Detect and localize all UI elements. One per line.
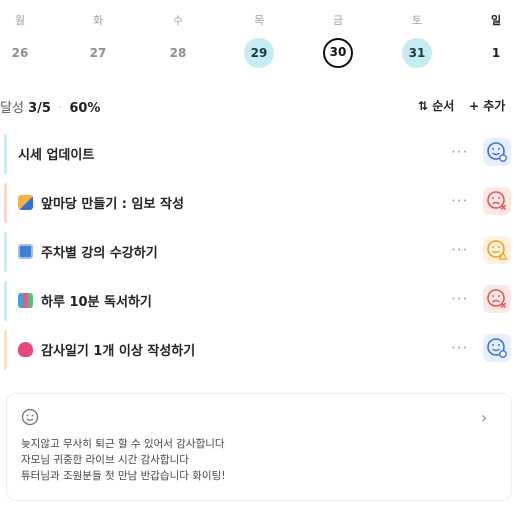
memo-line: 튜터님과 조원분들 첫 만남 반갑습니다 화이팅! <box>21 470 226 482</box>
achievement-summary: 달성 3/5 · 60% ⇅ 순서 + 추가 <box>0 97 520 117</box>
achievement-percent: 60% <box>69 101 101 116</box>
task-label: 앞마당 만들기 : 임보 작성 <box>18 193 184 212</box>
more-options-icon[interactable]: ··· <box>451 241 468 259</box>
dow-label: 월 <box>14 14 26 27</box>
more-options-icon[interactable]: ··· <box>451 192 468 210</box>
more-options-icon[interactable]: ··· <box>451 290 468 308</box>
date-number[interactable]: 26 <box>5 38 35 68</box>
date-number[interactable]: 1 <box>481 38 511 68</box>
reorder-button[interactable]: ⇅ 순서 <box>418 97 454 114</box>
dow-label: 일 <box>490 14 502 27</box>
task-text: 앞마당 만들기 : 임보 작성 <box>41 197 184 212</box>
task-label: 주차별 강의 수강하기 <box>18 242 158 261</box>
status-fail-icon[interactable] <box>483 187 511 215</box>
books-emoji-icon <box>18 293 33 308</box>
dow-label: 금 <box>332 14 344 27</box>
status-warning-icon[interactable] <box>483 236 511 264</box>
date-number[interactable]: 27 <box>83 38 113 68</box>
date-number[interactable]: 31 <box>402 38 432 68</box>
task-color-bar <box>4 281 7 321</box>
task-text: 시세 업데이트 <box>18 148 95 163</box>
chevron-right-icon[interactable]: › <box>481 408 487 427</box>
status-fail-icon[interactable] <box>483 285 511 313</box>
status-done-icon[interactable] <box>483 334 511 362</box>
dow-label: 화 <box>92 14 104 27</box>
dow-label: 목 <box>253 14 265 27</box>
smile-face-icon <box>21 408 39 430</box>
task-label: 감사일기 1개 이상 작성하기 <box>18 340 195 359</box>
task-item[interactable]: 주차별 강의 수강하기 ··· <box>0 232 520 272</box>
task-color-bar <box>4 134 7 174</box>
task-color-bar <box>4 330 7 370</box>
task-item[interactable]: 앞마당 만들기 : 임보 작성 ··· <box>0 183 520 223</box>
task-item[interactable]: 감사일기 1개 이상 작성하기 ··· <box>0 330 520 370</box>
dow-label: 토 <box>411 14 423 27</box>
task-item[interactable]: 하루 10분 독서하기 ··· <box>0 281 520 321</box>
memo-line: 자모님 귀중한 라이브 시간 감사합니다 <box>21 454 189 466</box>
status-done-icon[interactable] <box>483 138 511 166</box>
task-item[interactable]: 시세 업데이트 ··· <box>0 134 520 174</box>
achievement-label: 달성 <box>0 101 24 116</box>
task-text: 하루 10분 독서하기 <box>41 295 152 310</box>
more-options-icon[interactable]: ··· <box>451 143 468 161</box>
add-task-button[interactable]: + 추가 <box>469 97 505 114</box>
date-number[interactable]: 29 <box>244 38 274 68</box>
achievement-count: 3/5 <box>28 101 51 116</box>
laptop-emoji-icon <box>18 244 33 259</box>
task-color-bar <box>4 232 7 272</box>
writing-hand-emoji-icon <box>18 195 33 210</box>
week-calendar: 월 26 화 27 수 28 목 29 금 30 토 31 일 1 <box>0 0 520 70</box>
date-number[interactable]: 28 <box>163 38 193 68</box>
gratitude-memo-card[interactable]: › 늦지않고 무사히 퇴근 할 수 있어서 감사합니다 자모님 귀중한 라이브 … <box>6 393 512 501</box>
task-label: 하루 10분 독서하기 <box>18 291 152 310</box>
task-label: 시세 업데이트 <box>18 144 94 163</box>
achievement-text: 달성 3/5 · 60% <box>0 97 100 116</box>
separator: · <box>58 101 63 116</box>
date-number-today[interactable]: 30 <box>323 38 353 68</box>
more-options-icon[interactable]: ··· <box>451 339 468 357</box>
task-text: 감사일기 1개 이상 작성하기 <box>41 344 196 359</box>
dow-label: 수 <box>172 14 184 27</box>
heart-emoji-icon <box>18 342 33 357</box>
task-color-bar <box>4 183 7 223</box>
memo-text: 늦지않고 무사히 퇴근 할 수 있어서 감사합니다 자모님 귀중한 라이브 시간… <box>21 436 225 484</box>
task-text: 주차별 강의 수강하기 <box>41 246 158 261</box>
memo-line: 늦지않고 무사히 퇴근 할 수 있어서 감사합니다 <box>21 438 225 450</box>
